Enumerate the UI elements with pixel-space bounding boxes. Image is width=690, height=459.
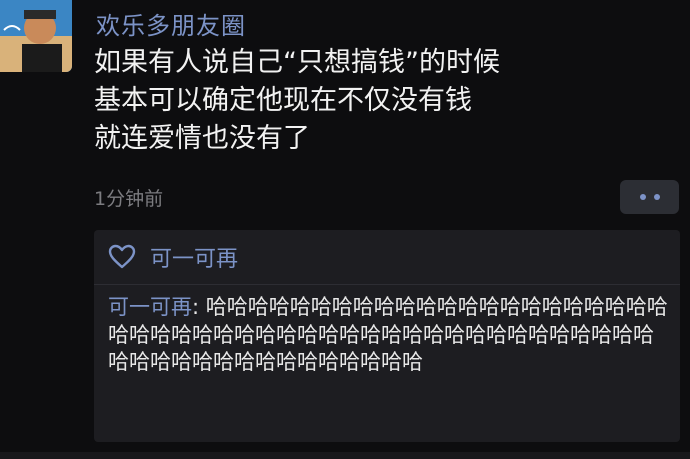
avatar[interactable]	[0, 0, 72, 72]
more-dot-icon	[639, 194, 646, 200]
comment-author[interactable]: 可一可再	[108, 295, 192, 319]
comment-separator: :	[192, 295, 206, 319]
post-author-name[interactable]: 欢乐多朋友圈	[96, 6, 246, 41]
post-timestamp: 1分钟前	[94, 188, 164, 210]
post-content: 如果有人说自己“只想搞钱”的时候 基本可以确定他现在不仅没有钱 就连爱情也没有了	[94, 44, 674, 158]
comment[interactable]: 可一可再: 哈哈哈哈哈哈哈哈哈哈哈哈哈哈哈哈哈哈哈哈哈哈哈哈哈哈哈哈哈哈哈哈哈哈…	[108, 294, 674, 377]
bottom-divider	[0, 452, 690, 459]
more-actions-button[interactable]	[620, 180, 679, 214]
more-dot-icon	[653, 194, 660, 200]
liker-name[interactable]: 可一可再	[150, 241, 238, 273]
post-content-line: 如果有人说自己“只想搞钱”的时候	[94, 47, 500, 78]
divider	[94, 284, 680, 285]
heart-outline-icon	[108, 244, 136, 269]
post-content-line: 基本可以确定他现在不仅没有钱	[94, 85, 472, 116]
likes-row: 可一可再	[108, 240, 238, 274]
post-content-line: 就连爱情也没有了	[94, 123, 310, 154]
interaction-panel: 可一可再 可一可再: 哈哈哈哈哈哈哈哈哈哈哈哈哈哈哈哈哈哈哈哈哈哈哈哈哈哈哈哈哈…	[94, 230, 680, 442]
avatar-image	[0, 0, 72, 72]
